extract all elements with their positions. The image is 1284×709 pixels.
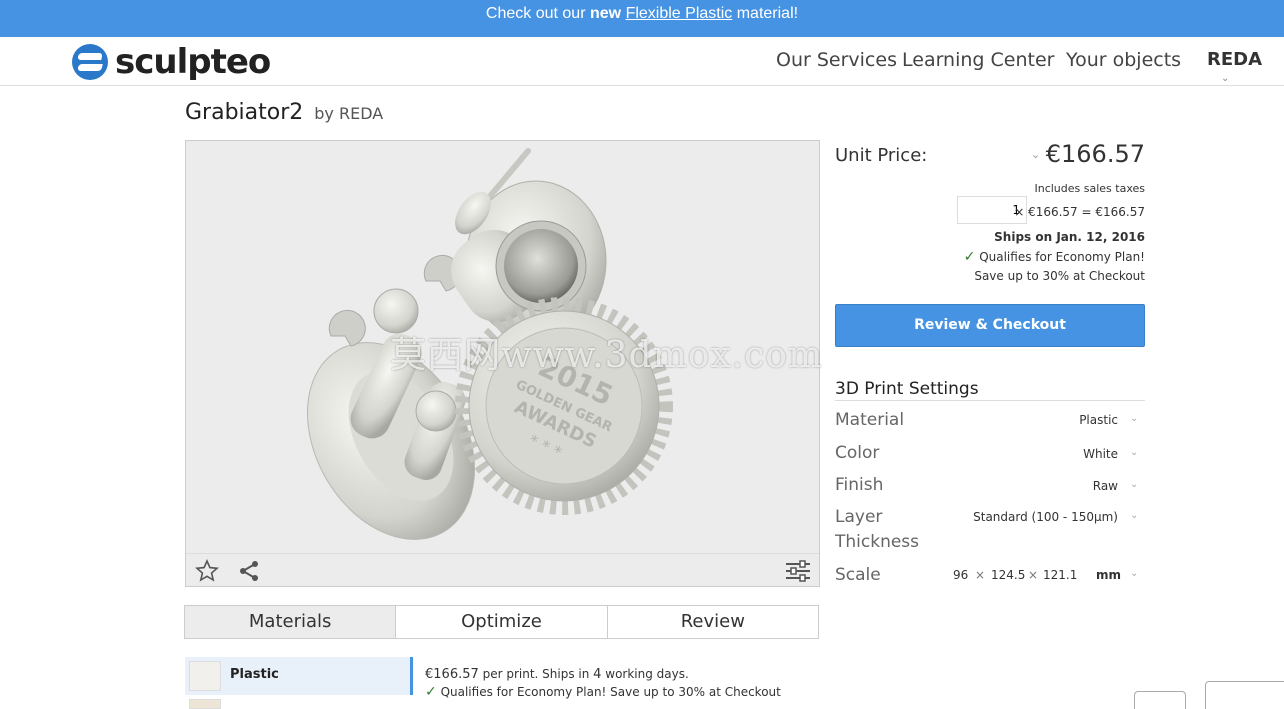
banner-bold: new	[589, 5, 622, 22]
chevron-down-icon[interactable]: ⌄	[1130, 510, 1138, 521]
material-price-suffix: per print. Ships in	[478, 667, 594, 681]
check-icon: ✓	[425, 684, 437, 700]
save-note: Save up to 30% at Checkout	[974, 269, 1145, 283]
thickness-label: Thickness	[835, 532, 920, 552]
material-swatch	[189, 699, 221, 709]
unit-price-label: Unit Price:	[835, 145, 928, 166]
promo-banner: Check out our new Flexible Plastic mater…	[0, 0, 1284, 37]
nav-our-services[interactable]: Our Services	[776, 49, 897, 71]
material-option-name: Plastic	[230, 667, 279, 682]
scale-unit-select[interactable]: mm	[1096, 568, 1121, 582]
taxes-note: Includes sales taxes	[1034, 182, 1145, 195]
currency-chevron-down-icon[interactable]: ⌄	[1031, 148, 1040, 161]
economy-plan-text: Qualifies for Economy Plan!	[979, 250, 1145, 264]
material-option[interactable]	[185, 697, 413, 709]
finish-select[interactable]: Raw	[1093, 479, 1118, 493]
material-option-plastic[interactable]: Plastic	[185, 657, 413, 695]
floating-button[interactable]	[1205, 681, 1284, 709]
chevron-down-icon[interactable]: ⌄	[1130, 413, 1138, 424]
finish-label: Finish	[835, 475, 884, 495]
layer-label: Layer	[835, 507, 883, 527]
tab-review[interactable]: Review	[607, 606, 818, 638]
watermark-text: 莫西网www.3dmox.com	[390, 335, 824, 376]
review-checkout-button[interactable]: Review & Checkout	[835, 304, 1145, 347]
divider	[835, 400, 1145, 401]
tab-materials[interactable]: Materials	[185, 606, 397, 638]
floating-button[interactable]	[1134, 691, 1186, 709]
chevron-down-icon[interactable]: ⌄	[1130, 447, 1138, 458]
nav-your-objects[interactable]: Your objects	[1066, 49, 1181, 71]
material-economy-text: Qualifies for Economy Plan! Save up to 3…	[440, 685, 781, 699]
material-swatch	[189, 661, 221, 691]
material-label: Material	[835, 410, 905, 430]
sliders-icon[interactable]	[785, 559, 810, 583]
logo[interactable]: sculpteo	[72, 42, 271, 82]
economy-plan-note: ✓ Qualifies for Economy Plan!	[964, 249, 1145, 265]
scale-x-input[interactable]: 96	[953, 568, 968, 582]
star-icon[interactable]	[195, 559, 219, 583]
scale-y-input[interactable]: 124.5	[991, 568, 1025, 582]
sculpteo-logo-icon	[72, 44, 108, 80]
ship-date: Ships on Jan. 12, 2016	[994, 230, 1145, 244]
unit-price: €166.57	[1045, 140, 1145, 168]
color-select[interactable]: White	[1083, 447, 1118, 461]
scale-separator: ×	[975, 568, 986, 582]
flexible-plastic-link[interactable]: Flexible Plastic	[626, 5, 733, 22]
share-icon[interactable]	[237, 559, 261, 583]
material-price-info: €166.57 per print. Ships in 4 working da…	[425, 667, 689, 682]
scale-z-input[interactable]: 121.1	[1043, 568, 1077, 582]
chevron-down-icon[interactable]: ⌄	[1130, 479, 1138, 490]
object-author[interactable]: by REDA	[314, 104, 383, 123]
color-label: Color	[835, 443, 880, 463]
viewer-toolbar	[186, 553, 819, 586]
page-title: Grabiator2 by REDA	[185, 100, 383, 125]
check-icon: ✓	[963, 249, 976, 265]
navbar: sculpteo Our Services Learning Center Yo…	[0, 37, 1284, 86]
material-days-suffix: working days.	[601, 667, 689, 681]
print-settings-title: 3D Print Settings	[835, 379, 979, 399]
tab-optimize[interactable]: Optimize	[396, 606, 608, 638]
logo-text: sculpteo	[115, 42, 271, 82]
material-price: €166.57	[425, 667, 479, 682]
material-select[interactable]: Plastic	[1079, 413, 1118, 427]
material-economy-note: ✓ Qualifies for Economy Plan! Save up to…	[425, 684, 781, 700]
banner-suffix: material!	[732, 5, 799, 22]
user-menu[interactable]: REDA	[1207, 49, 1262, 70]
nav-learning-center[interactable]: Learning Center	[902, 49, 1054, 71]
layer-thickness-select[interactable]: Standard (100 - 150µm)	[973, 510, 1118, 524]
quantity-total: × €166.57 = €166.57	[1014, 205, 1145, 219]
banner-prefix: Check out our	[485, 5, 590, 22]
object-name: Grabiator2	[185, 100, 304, 125]
configurator-tabs: Materials Optimize Review	[184, 605, 819, 639]
chevron-down-icon[interactable]: ⌄	[1130, 568, 1138, 579]
scale-separator: ×	[1028, 568, 1039, 582]
chevron-down-icon[interactable]: ⌄	[1221, 73, 1229, 84]
scale-label: Scale	[835, 565, 881, 585]
